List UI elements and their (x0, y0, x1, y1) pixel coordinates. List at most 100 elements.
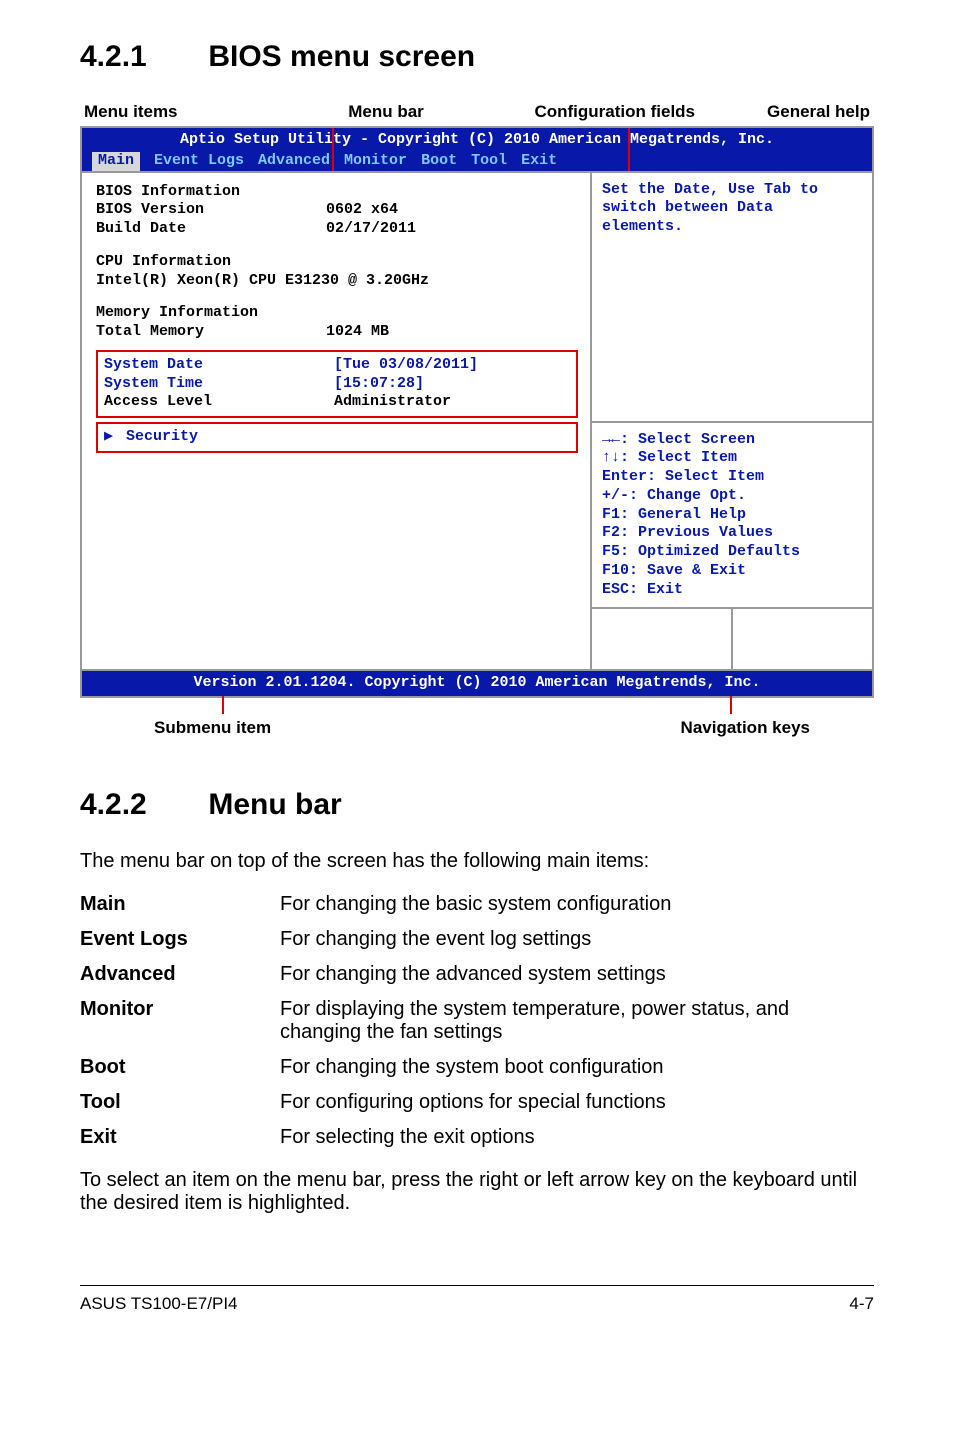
table-row: Boot For changing the system boot config… (80, 1050, 874, 1085)
nav-previous-values: F2: Previous Values (602, 524, 862, 543)
system-date-value: [Tue 03/08/2011] (334, 356, 478, 375)
bios-menu-bar: Main Event Logs Advanced Monitor Boot To… (92, 152, 862, 171)
annot-submenu-item: Submenu item (154, 718, 271, 738)
nav-change-opt: +/-: Change Opt. (602, 487, 862, 506)
bios-title: Aptio Setup Utility - Copyright (C) 2010… (92, 131, 862, 150)
row-key: Exit (80, 1120, 280, 1155)
menu-descriptions-table: Main For changing the basic system confi… (80, 887, 874, 1155)
build-date-row: Build Date 02/17/2011 (96, 220, 578, 239)
row-desc: For displaying the system temperature, p… (280, 992, 874, 1050)
highlighted-items-box: System Date [Tue 03/08/2011] System Time… (96, 350, 578, 418)
system-time-row[interactable]: System Time [15:07:28] (104, 375, 570, 394)
navigation-keys-panel: →←: Select Screen ↑↓: Select Item Enter:… (592, 423, 872, 610)
nav-save-exit: F10: Save & Exit (602, 562, 862, 581)
system-date-row[interactable]: System Date [Tue 03/08/2011] (104, 356, 570, 375)
total-memory-value: 1024 MB (326, 323, 389, 342)
menu-main[interactable]: Main (92, 152, 140, 171)
intro-paragraph: The menu bar on top of the screen has th… (80, 850, 874, 873)
nav-general-help: F1: General Help (602, 506, 862, 525)
row-desc: For changing the system boot configurati… (280, 1050, 874, 1085)
context-help: Set the Date, Use Tab to switch between … (592, 173, 872, 423)
section-title: BIOS menu screen (208, 40, 475, 73)
memory-info-heading: Memory Information (96, 304, 578, 323)
menu-monitor[interactable]: Monitor (344, 152, 407, 171)
menu-tool[interactable]: Tool (471, 152, 507, 171)
heading-menu-bar: 4.2.2 Menu bar (80, 788, 874, 822)
row-key: Event Logs (80, 922, 280, 957)
menu-event-logs[interactable]: Event Logs (154, 152, 244, 171)
bios-version-value: 0602 x64 (326, 201, 398, 220)
bios-header: Aptio Setup Utility - Copyright (C) 2010… (82, 128, 872, 173)
total-memory-label: Total Memory (96, 323, 326, 342)
bios-version-string: Version 2.01.1204. Copyright (C) 2010 Am… (193, 674, 760, 691)
system-date-label: System Date (104, 356, 334, 375)
table-row: Advanced For changing the advanced syste… (80, 957, 874, 992)
bios-screenshot: Aptio Setup Utility - Copyright (C) 2010… (80, 126, 874, 698)
annot-config-fields: Configuration fields (534, 102, 695, 122)
submenu-arrow-icon: ▶ (104, 428, 113, 445)
table-row: Main For changing the basic system confi… (80, 887, 874, 922)
help-line-1: Set the Date, Use Tab to (602, 181, 862, 200)
row-desc: For selecting the exit options (280, 1120, 874, 1155)
row-key: Tool (80, 1085, 280, 1120)
access-level-value: Administrator (334, 393, 451, 412)
table-row: Tool For configuring options for special… (80, 1085, 874, 1120)
section-number: 4.2.1 (80, 40, 200, 74)
table-row: Exit For selecting the exit options (80, 1120, 874, 1155)
menu-advanced[interactable]: Advanced (258, 152, 330, 171)
annot-navigation-keys: Navigation keys (681, 718, 810, 738)
system-time-value: [15:07:28] (334, 375, 424, 394)
page-footer: ASUS TS100-E7/PI4 4-7 (80, 1294, 874, 1314)
heading-bios-menu-screen: 4.2.1 BIOS menu screen (80, 40, 874, 74)
bios-body: BIOS Information BIOS Version 0602 x64 B… (82, 173, 872, 670)
row-desc: For configuring options for special func… (280, 1085, 874, 1120)
row-desc: For changing the event log settings (280, 922, 874, 957)
build-date-value: 02/17/2011 (326, 220, 416, 239)
menu-exit[interactable]: Exit (521, 152, 557, 171)
bios-footer: Version 2.01.1204. Copyright (C) 2010 Am… (82, 669, 872, 696)
annotation-marker (332, 128, 334, 171)
annotation-marker (730, 696, 732, 714)
section-number: 4.2.2 (80, 788, 200, 822)
nav-select-item: ↑↓: Select Item (602, 449, 862, 468)
security-submenu[interactable]: Security (126, 428, 198, 445)
nav-esc-exit: ESC: Exit (602, 581, 862, 600)
total-memory-row: Total Memory 1024 MB (96, 323, 578, 342)
build-date-label: Build Date (96, 220, 326, 239)
annot-menu-items: Menu items (84, 102, 178, 122)
table-row: Event Logs For changing the event log se… (80, 922, 874, 957)
row-desc: For changing the basic system configurat… (280, 887, 874, 922)
annot-menu-bar: Menu bar (348, 102, 424, 122)
cpu-model: Intel(R) Xeon(R) CPU E31230 @ 3.20GHz (96, 272, 578, 291)
cpu-info-heading: CPU Information (96, 253, 578, 272)
footer-divider (80, 1285, 874, 1286)
row-desc: For changing the advanced system setting… (280, 957, 874, 992)
closing-paragraph: To select an item on the menu bar, press… (80, 1169, 874, 1215)
table-row: Monitor For displaying the system temper… (80, 992, 874, 1050)
access-level-row: Access Level Administrator (104, 393, 570, 412)
row-key: Monitor (80, 992, 280, 1050)
section-title: Menu bar (208, 788, 341, 821)
nav-enter: Enter: Select Item (602, 468, 862, 487)
row-key: Boot (80, 1050, 280, 1085)
bios-info-heading: BIOS Information (96, 183, 578, 202)
annot-general-help: General help (767, 102, 870, 122)
top-annotations: Menu items Menu bar Configuration fields… (80, 102, 874, 122)
menu-boot[interactable]: Boot (421, 152, 457, 171)
bios-right-panel: Set the Date, Use Tab to switch between … (592, 173, 872, 670)
submenu-box: ▶ Security (96, 422, 578, 453)
right-bottom-cells (592, 609, 872, 669)
bios-version-label: BIOS Version (96, 201, 326, 220)
bottom-annotations: Submenu item Navigation keys (80, 718, 874, 738)
bios-main-panel: BIOS Information BIOS Version 0602 x64 B… (82, 173, 592, 670)
footer-model: ASUS TS100-E7/PI4 (80, 1294, 238, 1314)
annotation-marker (628, 128, 630, 171)
footer-page-number: 4-7 (849, 1294, 874, 1314)
help-line-2: switch between Data elements. (602, 199, 862, 237)
bios-version-row: BIOS Version 0602 x64 (96, 201, 578, 220)
annotation-marker (222, 696, 224, 714)
nav-select-screen: →←: Select Screen (602, 431, 862, 450)
system-time-label: System Time (104, 375, 334, 394)
nav-optimized-defaults: F5: Optimized Defaults (602, 543, 862, 562)
row-key: Advanced (80, 957, 280, 992)
